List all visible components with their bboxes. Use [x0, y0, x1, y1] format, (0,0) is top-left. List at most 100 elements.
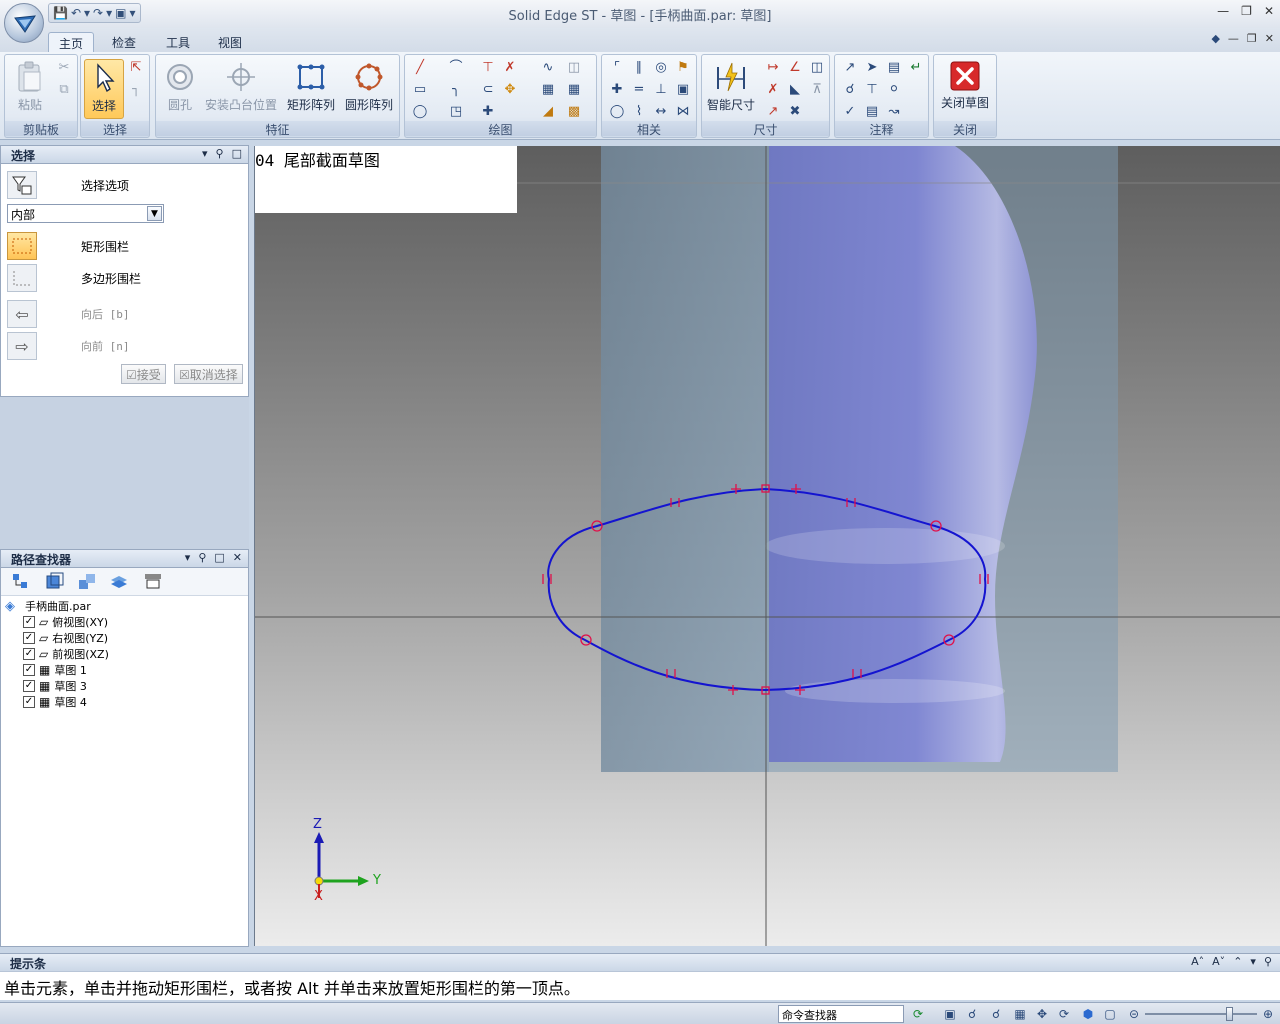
fill-icon[interactable]: ▩ — [565, 103, 583, 121]
fillet-icon[interactable]: ╮ — [447, 81, 465, 99]
tree-checkbox[interactable]: ✓ — [23, 680, 35, 692]
horizontal-vertical-icon[interactable]: ✚ — [608, 81, 626, 99]
zoom-icon[interactable]: ☌ — [964, 1006, 980, 1022]
pattern-sketch-icon[interactable]: ▦ — [539, 81, 557, 99]
select-filter-icon[interactable]: ⇱ — [127, 59, 145, 77]
display-config-icon[interactable] — [143, 572, 165, 592]
tree-view-icon[interactable] — [11, 572, 33, 592]
select-mode-dropdown[interactable]: 内部 ▼ — [7, 204, 164, 223]
redo-icon[interactable]: ↷ — [93, 6, 103, 20]
prompt-menu-icon[interactable]: ▾ — [1250, 955, 1256, 968]
accept-button[interactable]: ☑接受 — [121, 364, 166, 384]
zoom-out-icon[interactable]: ⊝ — [1126, 1006, 1142, 1022]
parallel-icon[interactable]: ∥ — [630, 59, 648, 77]
point-icon[interactable]: ✚ — [479, 103, 497, 121]
tree-checkbox[interactable]: ✓ — [23, 696, 35, 708]
tree-checkbox[interactable]: ✓ — [23, 616, 35, 628]
perpendicular-icon[interactable]: ⊥ — [652, 81, 670, 99]
view-orient-icon[interactable]: ⬢ — [1080, 1006, 1096, 1022]
tree-item-top-plane[interactable]: ✓ ▱ 俯视图(XY) — [23, 614, 108, 630]
undo-icon[interactable]: ↶ — [71, 6, 81, 20]
tree-root[interactable]: ◈ 手柄曲面.par — [5, 598, 91, 614]
tab-view[interactable]: 视图 — [208, 32, 252, 52]
forward-arrow-icon[interactable]: ⇨ — [7, 332, 37, 360]
offset-icon[interactable]: ⊂ — [479, 81, 497, 99]
select-tool-icon[interactable]: ▣ — [115, 6, 126, 20]
zoom-slider-thumb[interactable] — [1226, 1007, 1233, 1021]
doc-restore-icon[interactable]: ❐ — [1247, 32, 1257, 45]
features-view-icon[interactable] — [45, 572, 67, 592]
select-button[interactable]: 选择 — [84, 59, 124, 119]
command-finder-go-icon[interactable]: ⟳ — [910, 1006, 926, 1022]
font-larger-icon[interactable]: A˄ — [1191, 955, 1204, 968]
region-icon[interactable]: ◳ — [447, 103, 465, 121]
application-button[interactable] — [4, 3, 44, 43]
tab-inspect[interactable]: 检查 — [102, 32, 146, 52]
pan-icon[interactable]: ✥ — [1034, 1006, 1050, 1022]
split-icon[interactable]: ✗ — [501, 59, 519, 77]
tab-tools[interactable]: 工具 — [156, 32, 200, 52]
project-icon[interactable]: ◢ — [539, 103, 557, 121]
select-options-icon[interactable] — [7, 171, 37, 199]
symmetric-icon[interactable]: ⌇ — [630, 103, 648, 121]
symmetry-axis-icon[interactable]: ⋈ — [674, 103, 692, 121]
panel-float-icon[interactable]: □ — [232, 147, 242, 160]
model-canvas[interactable] — [255, 146, 1280, 946]
balloon-icon[interactable]: ▤ — [863, 103, 881, 121]
tree-item-right-plane[interactable]: ✓ ▱ 右视图(YZ) — [23, 630, 108, 646]
line-icon[interactable]: ╱ — [411, 59, 429, 77]
distance-between-icon[interactable]: ↦ — [764, 59, 782, 77]
concentric-icon[interactable]: ◎ — [652, 59, 670, 77]
coordinate-dim-icon[interactable]: ◫ — [808, 59, 826, 77]
dim-axis-icon[interactable]: ⊼ — [808, 81, 826, 99]
angle-between-icon[interactable]: ∠ — [786, 59, 804, 77]
rectangle-icon[interactable]: ▭ — [411, 81, 429, 99]
lock-icon[interactable]: ⚑ — [674, 59, 692, 77]
paste-button[interactable]: 粘贴 — [9, 59, 51, 119]
doc-close-icon[interactable]: ✕ — [1265, 32, 1274, 45]
inspect-icon[interactable]: ☌ — [841, 81, 859, 99]
collapse-up-icon[interactable]: ⌃ — [1233, 955, 1242, 968]
table-sketch-icon[interactable]: ▦ — [565, 81, 583, 99]
attach-dim-icon[interactable]: ✖ — [786, 103, 804, 121]
pathfinder-pin-icon[interactable]: ⚲ — [198, 551, 206, 564]
help-icon[interactable]: ◆ — [1211, 32, 1219, 45]
chevron-down-icon[interactable]: ▼ — [147, 206, 162, 221]
tree-item-sketch-1[interactable]: ✓ ▦ 草图 1 — [23, 662, 87, 678]
prompt-pin-icon[interactable]: ⚲ — [1264, 955, 1272, 968]
layers-view-icon[interactable] — [109, 572, 131, 592]
tree-checkbox[interactable]: ✓ — [23, 664, 35, 676]
curve-icon[interactable]: ∿ — [539, 59, 557, 77]
leader-icon[interactable]: ↗ — [841, 59, 859, 77]
tangent-icon[interactable]: ◯ — [608, 103, 626, 121]
select-manager-icon[interactable]: ┐ — [127, 81, 145, 99]
forward-row[interactable]: ⇨ 向前 [n] — [7, 331, 130, 361]
pathfinder-float-icon[interactable]: □ — [214, 551, 224, 564]
maximize-icon[interactable]: ❐ — [1241, 4, 1252, 18]
circle-icon[interactable]: ◯ — [411, 103, 429, 121]
minimize-icon[interactable]: — — [1217, 4, 1229, 18]
tree-checkbox[interactable]: ✓ — [23, 632, 35, 644]
rotate-icon[interactable]: ⟳ — [1056, 1006, 1072, 1022]
pan-zoom-icon[interactable]: ☌ — [988, 1006, 1004, 1022]
surface-texture-icon[interactable]: ✓ — [841, 103, 859, 121]
pathfinder-menu-icon[interactable]: ▾ — [185, 551, 191, 564]
zoom-in-icon[interactable]: ⊕ — [1260, 1006, 1276, 1022]
edge-condition-icon[interactable]: ↝ — [885, 103, 903, 121]
graphics-viewport[interactable]: 04 尾部截面草图 Z Y X — [254, 146, 1280, 946]
tree-item-sketch-4[interactable]: ✓ ▦ 草图 4 — [23, 694, 87, 710]
undo-dropdown-icon[interactable]: ▾ — [84, 6, 90, 20]
sketch-view-icon[interactable]: ▢ — [1102, 1006, 1118, 1022]
rect-fence-row[interactable]: 矩形围栏 — [7, 231, 129, 261]
angular-coordinate-icon[interactable]: ◣ — [786, 81, 804, 99]
poly-fence-row[interactable]: 多边形围栏 — [7, 263, 141, 293]
tab-home[interactable]: 主页 — [48, 32, 95, 52]
weld-icon[interactable]: ⚪ — [885, 81, 903, 99]
select-options-row[interactable]: 选择选项 — [7, 170, 129, 200]
cancel-select-button[interactable]: ☒取消选择 — [174, 364, 243, 384]
circ-pattern-button[interactable]: 圆形阵列 — [341, 59, 397, 119]
symmetric-diameter-icon[interactable]: ✗ — [764, 81, 782, 99]
callout-icon[interactable]: ➤ — [863, 59, 881, 77]
feature-control-icon[interactable]: ↵ — [907, 59, 925, 77]
customize-qat-icon[interactable]: ▾ — [129, 6, 135, 20]
